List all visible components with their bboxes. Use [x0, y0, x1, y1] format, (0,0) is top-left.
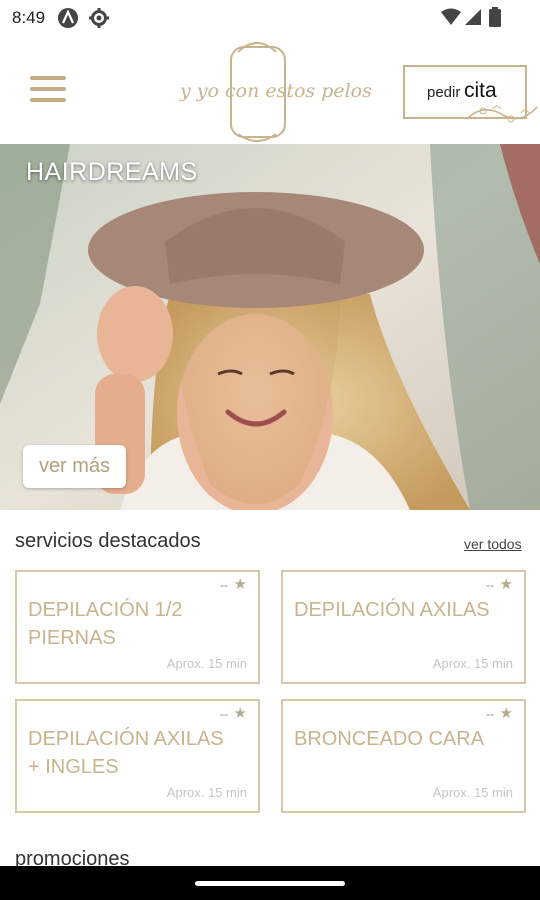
service-card[interactable]: -- ★ DEPILACIÓN 1/2 PIERNAS Aprox. 15 mi… — [15, 570, 260, 684]
settings-gear-icon — [89, 8, 109, 28]
hero-banner[interactable]: HAIRDREAMS ver más — [0, 144, 540, 510]
favorite-star-icon[interactable]: ★ — [500, 575, 513, 593]
hero-title: HAIRDREAMS — [26, 158, 198, 186]
service-price: -- — [486, 707, 494, 721]
service-card[interactable]: -- ★ BRONCEADO CARA Aprox. 15 min — [281, 699, 526, 813]
featured-services-title: servicios destacados — [15, 530, 201, 552]
see-all-link[interactable]: ver todos — [464, 536, 522, 552]
service-duration: Aprox. 15 min — [166, 785, 247, 800]
book-appointment-button[interactable]: pedir cita — [403, 65, 538, 123]
floral-ornament-icon — [466, 105, 538, 123]
wifi-icon — [441, 8, 461, 25]
service-name: DEPILACIÓN 1/2 PIERNAS — [28, 599, 183, 649]
status-time: 8:49 — [12, 8, 46, 27]
service-duration: Aprox. 15 min — [166, 656, 247, 671]
service-name: DEPILACIÓN AXILAS — [294, 599, 490, 621]
menu-icon[interactable] — [30, 76, 66, 104]
service-price: -- — [220, 707, 228, 721]
favorite-star-icon[interactable]: ★ — [500, 704, 513, 722]
service-name: BRONCEADO CARA — [294, 728, 485, 750]
app-header: y yo con estos pelos pedir cita — [0, 36, 540, 144]
brand-logo: y yo con estos pelos — [180, 42, 372, 142]
service-name: DEPILACIÓN AXILAS + INGLES — [28, 728, 224, 778]
service-price: -- — [220, 578, 228, 592]
a-app-icon — [58, 8, 78, 28]
home-gesture-handle[interactable] — [195, 881, 345, 886]
service-price: -- — [486, 578, 494, 592]
see-more-button[interactable]: ver más — [23, 445, 126, 488]
service-card[interactable]: -- ★ DEPILACIÓN AXILAS Aprox. 15 min — [281, 570, 526, 684]
cellular-signal-icon — [465, 9, 481, 25]
status-bar: 8:49 — [0, 0, 540, 36]
service-card[interactable]: -- ★ DEPILACIÓN AXILAS + INGLES Aprox. 1… — [15, 699, 260, 813]
service-duration: Aprox. 15 min — [432, 656, 513, 671]
battery-icon — [489, 7, 501, 27]
service-duration: Aprox. 15 min — [432, 785, 513, 800]
system-navigation-bar — [0, 866, 540, 900]
favorite-star-icon[interactable]: ★ — [234, 575, 247, 593]
favorite-star-icon[interactable]: ★ — [234, 704, 247, 722]
